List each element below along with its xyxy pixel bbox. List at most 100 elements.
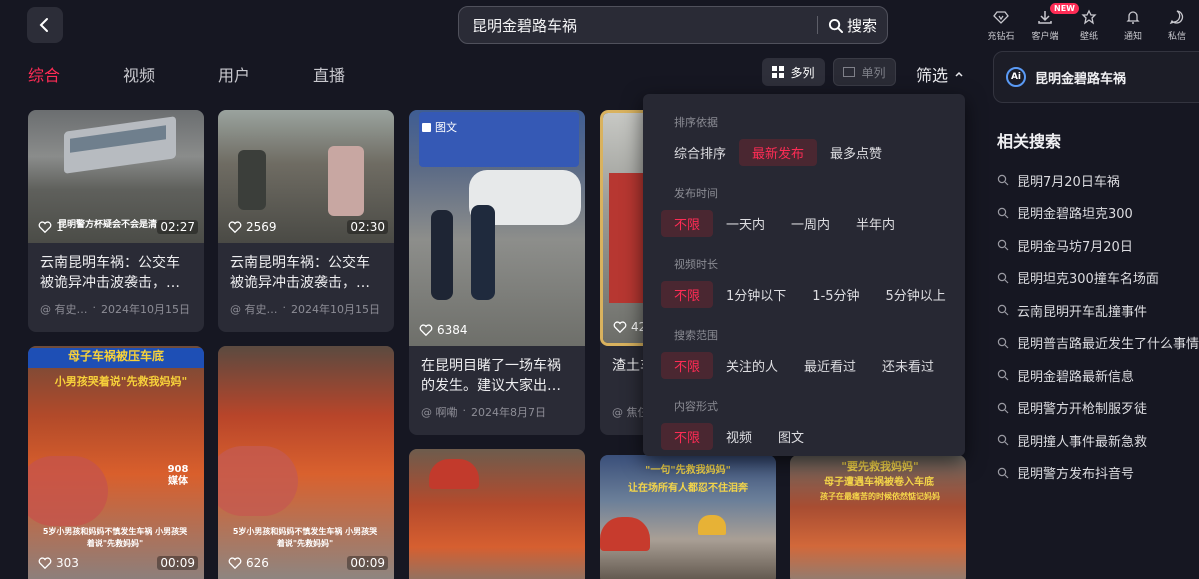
related-search-text: 昆明金马坊7月20日 [1017, 239, 1133, 255]
scope-section: 搜索范围 不限 关注的人 最近看过 还未看过 [661, 327, 965, 379]
related-search-item[interactable]: 昆明撞人事件最新急救 [997, 424, 1199, 457]
related-searches-title: 相关搜索 [997, 132, 1062, 151]
content-type-any[interactable]: 不限 [661, 422, 714, 450]
heart-icon [419, 324, 433, 337]
like-count: 2569 [228, 220, 277, 234]
sort-option-most-liked[interactable]: 最多点赞 [817, 139, 895, 166]
like-count-value: 2569 [246, 220, 277, 234]
video-subbanner: 母子遭遇车祸被卷入车底 [824, 477, 934, 488]
publish-time-half-year[interactable]: 半年内 [843, 210, 908, 237]
card-title[interactable]: 云南昆明车祸：公交车被诡异冲击波袭击，车上… [40, 253, 192, 293]
multi-column-button[interactable]: 多列 [762, 58, 825, 86]
scope-recently-viewed[interactable]: 最近看过 [791, 352, 869, 379]
related-search-item[interactable]: 昆明金碧路坦克300 [997, 197, 1199, 230]
publish-time-week[interactable]: 一周内 [778, 210, 843, 237]
result-card[interactable]: "要先救我妈妈" 母子遭遇车祸被卷入车底 孩子在最痛苦的时候依然惦记妈妈 [790, 455, 966, 579]
thumbnail-caption: 昆明警方杯疑会不会是清 [58, 220, 158, 230]
single-column-label: 单列 [861, 65, 886, 80]
card-author[interactable]: @ 有史… [230, 301, 278, 317]
filter-toggle[interactable]: 筛选 [916, 62, 964, 86]
back-button[interactable] [27, 7, 63, 43]
related-search-item[interactable]: 昆明金碧路最新信息 [997, 359, 1199, 392]
tab-users[interactable]: 用户 [218, 62, 250, 86]
search-icon [997, 240, 1009, 251]
ai-search-label: 昆明金碧路车祸 [1035, 71, 1127, 87]
wallpaper-action[interactable]: 壁纸 [1071, 6, 1107, 42]
search-input[interactable] [459, 16, 817, 34]
search-button[interactable]: 搜索 [818, 15, 887, 36]
card-date: 2024年10月15日 [101, 303, 190, 316]
scope-following[interactable]: 关注的人 [713, 352, 791, 379]
result-card[interactable]: 2569 02:30 云南昆明车祸：公交车被诡异冲击波袭击，车上… @ 有史… ·… [218, 110, 394, 332]
result-card[interactable]: 图文 6384 在昆明目睹了一场车祸的发生。建议大家出门骑… @ 啊嘞 · 2024… [409, 110, 585, 435]
result-card[interactable]: 母子车祸被压车底 小男孩哭着说"先救我妈妈" 908 媒体 5岁小男孩和妈妈不慎… [28, 346, 204, 579]
wallpaper-label: 壁纸 [1079, 32, 1098, 42]
like-count-value: 1 [56, 220, 64, 234]
sort-option-comprehensive[interactable]: 综合排序 [661, 139, 739, 166]
meta-dot: · [92, 301, 97, 314]
card-thumbnail: "要先救我妈妈" 母子遭遇车祸被卷入车底 孩子在最痛苦的时候依然惦记妈妈 [790, 455, 966, 579]
image-icon [422, 122, 431, 132]
duration-1-5min[interactable]: 1-5分钟 [799, 281, 872, 308]
single-column-button[interactable]: 单列 [833, 58, 896, 86]
ai-search-card[interactable]: Ai 昆明金碧路车祸 [993, 51, 1199, 103]
card-author[interactable]: @ 有史… [40, 301, 88, 317]
search-icon [828, 18, 843, 33]
message-label: 私信 [1167, 32, 1186, 42]
related-search-text: 昆明金碧路最新信息 [1017, 369, 1135, 385]
related-search-text: 昆明普吉路最近发生了什么事情 [1017, 337, 1199, 353]
result-card[interactable]: "一句"先救我妈妈" 让在场所有人都忍不住泪奔 [600, 455, 776, 579]
image-post-tag: 图文 [421, 119, 457, 135]
message-action[interactable]: 私信 [1159, 6, 1195, 42]
heart-icon [38, 557, 52, 570]
related-search-text: 昆明警方发布抖音号 [1017, 467, 1135, 483]
card-date: 2024年8月7日 [471, 406, 546, 419]
like-count-value: 303 [56, 556, 79, 570]
diamond-action[interactable]: 充钻石 [983, 6, 1019, 42]
search-icon [997, 435, 1009, 446]
card-title[interactable]: 在昆明目睹了一场车祸的发生。建议大家出门骑… [421, 356, 573, 396]
heart-icon [228, 221, 242, 234]
notification-action[interactable]: 通知 [1115, 6, 1151, 42]
duration-under-1min[interactable]: 1分钟以下 [713, 281, 799, 308]
client-download-action[interactable]: NEW 客户端 [1027, 3, 1079, 42]
like-count: 42 [613, 320, 646, 334]
content-type-image-text[interactable]: 图文 [765, 423, 817, 450]
filter-dropdown: 排序依据 综合排序 最新发布 最多点赞 发布时间 不限 一天内 一周内 半年内 … [643, 94, 965, 456]
publish-time-day[interactable]: 一天内 [713, 210, 778, 237]
tab-comprehensive[interactable]: 综合 [28, 62, 60, 86]
tab-video[interactable]: 视频 [123, 62, 155, 86]
sort-label: 排序依据 [674, 116, 718, 129]
search-button-label: 搜索 [846, 16, 877, 35]
tab-live[interactable]: 直播 [313, 62, 345, 86]
video-banner: 母子车祸被压车底 [67, 349, 164, 363]
related-search-item[interactable]: 昆明警方发布抖音号 [997, 457, 1199, 490]
diamond-icon [993, 11, 1009, 24]
card-author[interactable]: @ 啊嘞 [421, 404, 458, 420]
result-card[interactable]: 5岁小男孩和妈妈不慎发生车祸 小男孩哭着说"先救妈妈" 626 00:09 [218, 346, 394, 579]
sort-option-latest[interactable]: 最新发布 [739, 138, 818, 166]
card-thumbnail: 母子车祸被压车底 小男孩哭着说"先救我妈妈" 908 媒体 5岁小男孩和妈妈不慎… [28, 346, 204, 579]
scope-not-viewed[interactable]: 还未看过 [869, 352, 947, 379]
result-card[interactable] [409, 449, 585, 579]
result-card[interactable]: 昆明警方杯疑会不会是清 1 02:27 云南昆明车祸：公交车被诡异冲击波袭击，车… [28, 110, 204, 332]
video-subbanner: 小男孩哭着说"先救我妈妈" [54, 375, 188, 388]
related-search-item[interactable]: 昆明7月20日车祸 [997, 164, 1199, 197]
video-caption: 5岁小男孩和妈妈不慎发生车祸 小男孩哭着说"先救妈妈" [232, 527, 378, 548]
related-search-item[interactable]: 昆明金马坊7月20日 [997, 229, 1199, 262]
content-type-video[interactable]: 视频 [713, 423, 765, 450]
chevron-up-icon [955, 71, 963, 77]
publish-time-any[interactable]: 不限 [661, 209, 714, 237]
related-search-item[interactable]: 昆明坦克300撞车名场面 [997, 262, 1199, 295]
related-search-item[interactable]: 云南昆明开车乱撞事件 [997, 294, 1199, 327]
related-search-item[interactable]: 昆明警方开枪制服歹徒 [997, 392, 1199, 425]
duration-any[interactable]: 不限 [661, 280, 714, 308]
related-search-item[interactable]: 昆明普吉路最近发生了什么事情 [997, 327, 1199, 360]
duration-over-5min[interactable]: 5分钟以上 [873, 281, 959, 308]
related-search-text: 昆明金碧路坦克300 [1017, 207, 1133, 223]
scope-any[interactable]: 不限 [661, 351, 714, 379]
card-title[interactable]: 云南昆明车祸：公交车被诡异冲击波袭击，车上… [230, 253, 382, 293]
grid-icon [772, 66, 785, 78]
search-icon [997, 370, 1009, 381]
related-search-text: 昆明撞人事件最新急救 [1017, 434, 1148, 450]
